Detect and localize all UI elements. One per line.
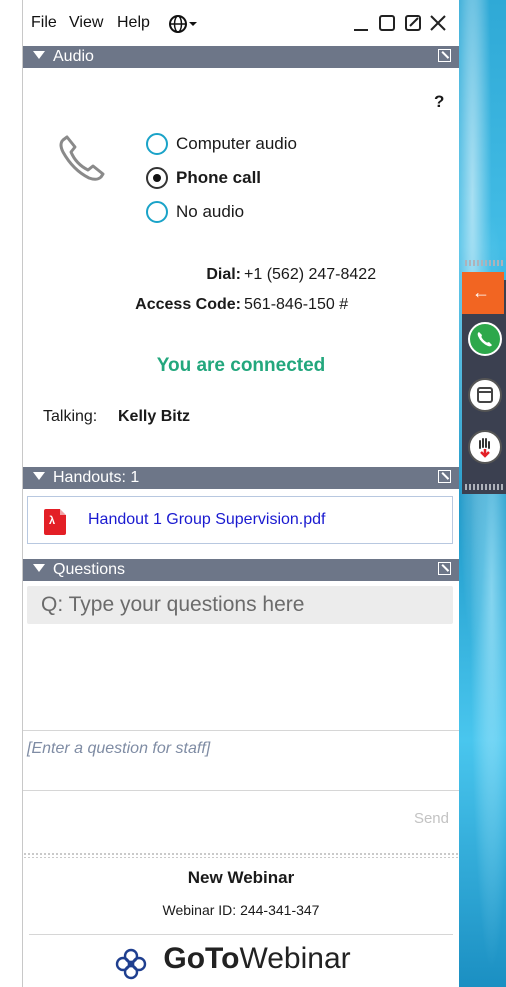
title-bar: File View Help (23, 8, 459, 40)
window-icon (477, 387, 493, 403)
dial-number: +1 (562) 247-8422 (244, 266, 377, 283)
radio-label: No audio (176, 202, 245, 221)
connection-status: You are connected (156, 355, 326, 376)
minimize-icon (354, 29, 368, 31)
gotowebinar-flower-icon (115, 948, 147, 980)
menu-file[interactable]: File (31, 14, 57, 32)
raise-hand-button[interactable] (468, 430, 502, 464)
menu-view[interactable]: View (69, 14, 103, 32)
close-icon (430, 15, 446, 31)
radio-button-selected[interactable] (146, 167, 168, 189)
globe-icon (169, 15, 197, 33)
divider (23, 730, 459, 731)
radio-button[interactable] (146, 133, 168, 155)
arrow-left-icon: ← (472, 282, 490, 302)
talking-label: Talking: (43, 408, 98, 425)
control-bar-grip-bottom[interactable] (465, 484, 503, 490)
handset-icon (55, 128, 115, 193)
collapse-triangle-icon (33, 564, 45, 572)
divider (23, 790, 459, 791)
pdf-icon: λ (44, 509, 66, 535)
language-menu[interactable] (168, 14, 198, 39)
talking-name: Kelly Bitz (118, 408, 191, 425)
audio-section-header[interactable]: Audio (23, 46, 459, 68)
maximize-icon (379, 15, 395, 31)
handouts-section-title: Handouts: 1 (53, 469, 140, 486)
menu-help[interactable]: Help (117, 14, 150, 32)
brand-goto: GoTo (163, 942, 240, 975)
undock-icon[interactable] (438, 470, 451, 483)
control-panel: File View Help Audio ? Computer audio Ph… (22, 0, 459, 987)
radio-label: Phone call (176, 168, 262, 187)
control-bar-grip-top[interactable] (465, 260, 503, 266)
webinar-name: New Webinar (187, 868, 295, 887)
gotowebinar-logo: GoToWebinar (23, 942, 459, 980)
screen-button[interactable] (468, 378, 502, 412)
close-button[interactable] (429, 14, 447, 37)
access-code-label: Access Code: (135, 296, 241, 313)
audio-section-title: Audio (53, 48, 94, 65)
collapse-panel-button[interactable]: ← (462, 272, 504, 314)
question-input-field[interactable]: [Enter a question for staff] (27, 740, 210, 758)
webinar-id: Webinar ID: 244-341-347 (162, 902, 320, 918)
questions-search-input[interactable]: Q: Type your questions here (27, 586, 453, 624)
questions-section-header[interactable]: Questions (23, 559, 459, 581)
audio-phone-button[interactable] (468, 322, 502, 356)
radio-button[interactable] (146, 201, 168, 223)
audio-help-button[interactable]: ? (434, 92, 444, 112)
undock-icon[interactable] (438, 562, 451, 575)
popout-icon (405, 15, 421, 31)
send-button[interactable]: Send (414, 810, 449, 827)
resize-handle[interactable] (23, 852, 459, 858)
divider (29, 934, 453, 935)
radio-label: Computer audio (176, 134, 297, 153)
undock-icon[interactable] (438, 49, 451, 62)
questions-section-title: Questions (53, 561, 126, 578)
maximize-button[interactable] (378, 14, 396, 37)
handout-list-item[interactable]: λ Handout 1 Group Supervision.pdf (27, 496, 453, 544)
dial-label: Dial: (206, 266, 241, 283)
phone-icon (477, 332, 492, 347)
access-code-value: 561-846-150 # (244, 296, 349, 313)
questions-search-placeholder: Q: Type your questions here (41, 593, 305, 616)
collapse-triangle-icon (33, 51, 45, 59)
minimize-button[interactable] (353, 14, 369, 37)
brand-webinar: Webinar (239, 942, 351, 975)
raise-hand-icon (479, 438, 490, 458)
collapse-triangle-icon (33, 472, 45, 480)
handout-link[interactable]: Handout 1 Group Supervision.pdf (88, 511, 325, 529)
popout-button[interactable] (404, 14, 422, 37)
handouts-section-header[interactable]: Handouts: 1 (23, 467, 459, 489)
